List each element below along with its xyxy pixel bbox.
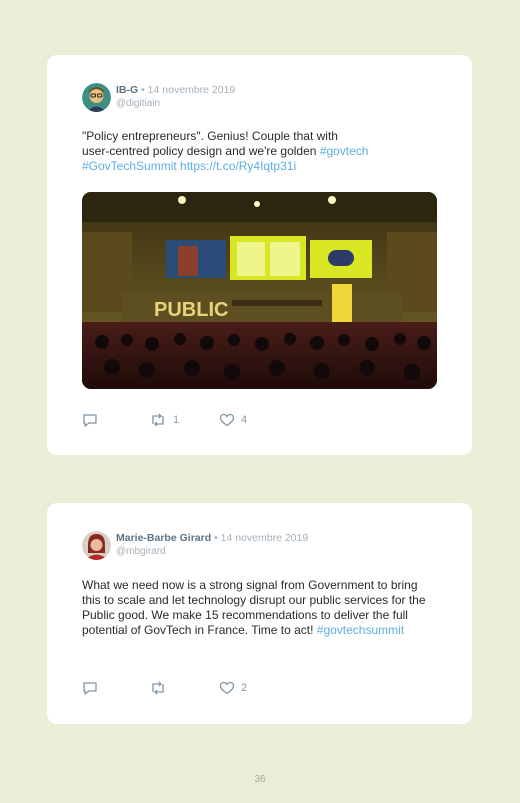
retweet-button[interactable]	[149, 680, 173, 696]
like-count: 2	[241, 682, 248, 694]
tweet-photo[interactable]: PUBLIC	[82, 192, 437, 389]
author-name[interactable]: Marie-Barbe Girard	[116, 532, 211, 544]
hashtag-link[interactable]: #govtech	[320, 144, 369, 158]
tweet-header: IB-G • 14 novembre 2019	[116, 84, 235, 97]
hashtag-link[interactable]: #govtechsummit	[317, 623, 404, 637]
avatar[interactable]	[82, 83, 111, 112]
stage-sign: PUBLIC	[154, 299, 228, 321]
reply-icon	[83, 414, 97, 427]
page-number: 36	[254, 774, 266, 785]
tweet-date[interactable]: • 14 novembre 2019	[138, 84, 235, 96]
like-button[interactable]: 2	[219, 680, 247, 696]
author-handle[interactable]: @digitiain	[116, 97, 160, 110]
hashtag-link[interactable]: #GovTechSummit	[82, 159, 177, 173]
reply-button[interactable]	[82, 680, 98, 696]
author-handle[interactable]: @mbgirard	[116, 545, 166, 558]
sign-text: PUBLIC	[154, 299, 228, 321]
url-link[interactable]: https://t.co/Ry4Iqtp31i	[180, 159, 296, 173]
tweet-actions: 1 4	[82, 412, 442, 428]
retweet-count: 1	[173, 414, 180, 426]
tweet-header: Marie-Barbe Girard • 14 novembre 2019	[116, 532, 308, 545]
avatar[interactable]	[82, 531, 111, 560]
retweet-icon	[152, 413, 164, 427]
tweet-date[interactable]: • 14 novembre 2019	[211, 532, 308, 544]
like-button[interactable]: 4	[219, 412, 247, 428]
tweet-text-line: user-centred policy design and we're gol…	[82, 144, 320, 158]
reply-button[interactable]	[82, 412, 98, 428]
reply-icon	[83, 682, 97, 695]
tweet-text-line: "Policy entrepreneurs". Genius! Couple t…	[82, 129, 338, 143]
retweet-icon	[152, 681, 164, 695]
heart-icon	[219, 413, 235, 427]
heart-icon	[219, 681, 235, 695]
tweet-text: What we need now is a strong signal from…	[82, 578, 434, 638]
tweet-card: IB-G • 14 novembre 2019 @digitiain "Poli…	[47, 55, 472, 455]
retweet-button[interactable]: 1	[149, 412, 179, 428]
like-count: 4	[241, 414, 248, 426]
tweet-card: Marie-Barbe Girard • 14 novembre 2019 @m…	[47, 503, 472, 724]
author-name[interactable]: IB-G	[116, 84, 138, 96]
tweet-actions: 2	[82, 680, 442, 696]
tweet-text: "Policy entrepreneurs". Genius! Couple t…	[82, 129, 442, 174]
